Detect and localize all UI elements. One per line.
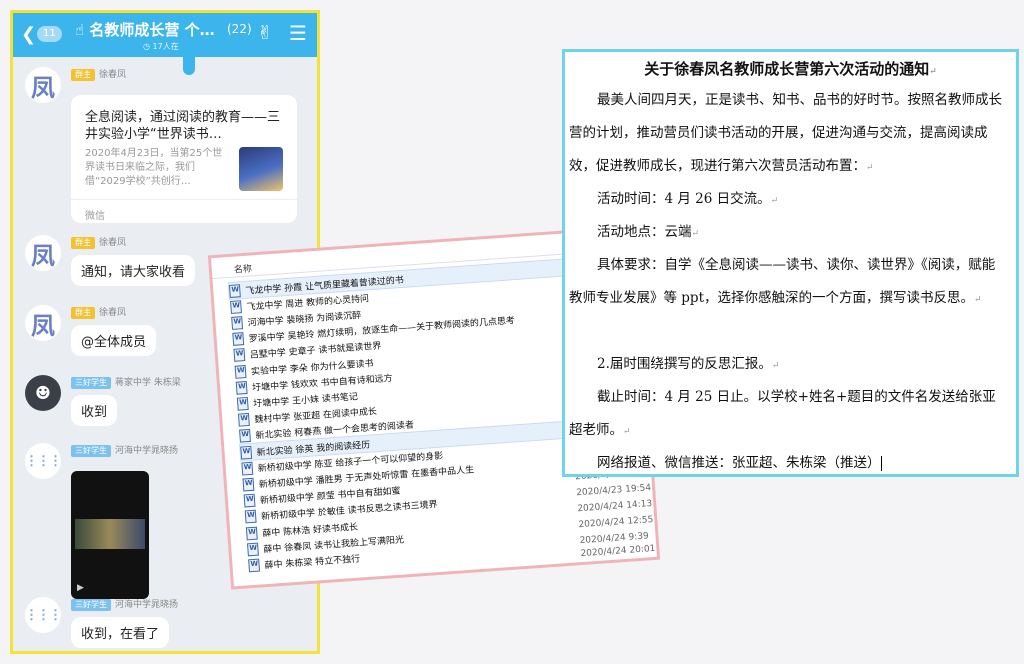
avatar[interactable]: ☻ [25, 375, 61, 411]
message-bubble[interactable]: 收到 [71, 395, 118, 426]
back-arrow-icon[interactable]: ❮ [21, 24, 36, 46]
sender-label: 群主 徐春凤 [71, 67, 126, 81]
sender-name: 徐春凤 [99, 70, 127, 80]
chat-subtitle: ◷ 17人在 [143, 42, 179, 51]
sender-label: 三好学生 蒋家中学 朱栋梁 [71, 375, 181, 389]
role-tag: 三好学生 [71, 445, 111, 457]
sender-name: 河海中学晁晓扬 [115, 600, 179, 610]
notice-paragraph: 活动时间：4 月 26 日交流。↵ [597, 191, 779, 207]
file-date: 2020/4/24 14:13 [577, 499, 653, 515]
video-frame [75, 519, 145, 549]
avatar[interactable]: 凤 [25, 235, 61, 271]
word-doc-icon [233, 348, 246, 363]
word-doc-icon [234, 364, 247, 379]
menu-icon[interactable]: ☰ [289, 21, 307, 45]
word-doc-icon [242, 477, 255, 492]
sender-label: 群主 徐春凤 [71, 305, 126, 319]
word-doc-icon [231, 316, 244, 330]
role-tag: 三好学生 [71, 377, 111, 389]
hand-gesture-icon[interactable]: ✌ [257, 22, 273, 44]
play-icon[interactable]: ▶ [77, 583, 84, 593]
notice-paragraph: 活动地点：云端↵ [597, 224, 700, 240]
file-date: 2020/4/24 12:55 [578, 515, 654, 531]
divider [71, 199, 297, 200]
notice-paragraph: 网络报道、微信推送：张亚超、朱栋梁（推送） [597, 455, 882, 471]
role-tag: 群主 [71, 237, 95, 249]
sender-name: 徐春凤 [99, 308, 127, 318]
message-bubble[interactable]: 通知，请大家收看 [71, 255, 196, 286]
word-doc-icon [240, 445, 253, 460]
message-bubble[interactable]: 收到，在看了 [71, 617, 170, 648]
word-doc-icon [245, 526, 258, 540]
notice-title: 关于徐春凤名教师成长营第六次活动的通知↵ [644, 60, 937, 78]
column-header-name[interactable]: 名称 [233, 261, 253, 275]
word-doc-icon [248, 558, 261, 573]
scroll-indicator[interactable] [183, 57, 195, 75]
word-doc-icon [243, 493, 256, 508]
notice-paragraph: 具体要求：自学《全息阅读——读书、读你、读世界》《阅读，赋能教师专业发展》等 p… [569, 257, 996, 306]
sender-name: 徐春凤 [99, 238, 127, 248]
avatar[interactable]: 凤 [25, 305, 61, 341]
word-doc-icon [247, 542, 259, 557]
word-doc-icon [230, 299, 242, 314]
word-doc-icon [236, 396, 249, 411]
sender-label: 群主 徐春凤 [71, 235, 126, 249]
sender-label: 三好学生 河海中学晁晓扬 [71, 443, 178, 457]
chat-title: ☝ 名教师成长营 个… [75, 21, 215, 39]
card-source: 微信 [85, 211, 105, 222]
shared-article-card[interactable]: 全息阅读，通过阅读的教育——三井实验小学“世界读书… 2020年4月23日，当第… [71, 95, 297, 223]
video-message[interactable]: ▶ [71, 471, 149, 599]
file-date: 2020/4/23 19:54 [575, 482, 652, 499]
avatar[interactable]: ⋮⋮⋮ [25, 597, 62, 633]
avatar[interactable]: ⋮⋮⋮ [25, 443, 62, 479]
text-caret [880, 456, 882, 471]
card-description: 2020年4月23日，当第25个世界读书日来临之际，我们借“2029学校”共创行… [85, 148, 223, 187]
notice-paragraph: 最美人间四月天，正是读书、知书、品书的好时节。按照名教师成长营的计划，推动营员们… [569, 92, 1002, 174]
unread-badge: 11 [37, 26, 62, 42]
notice-paragraph: 2.届时围绕撰写的反思汇报。↵ [597, 356, 780, 372]
word-doc-icon [244, 509, 257, 524]
card-thumbnail [239, 147, 283, 191]
file-date: 2020/4/24 20:01 [580, 543, 656, 560]
role-tag: 三好学生 [71, 599, 111, 611]
message-bubble[interactable]: @全体成员 [71, 325, 157, 356]
word-doc-icon [228, 283, 241, 298]
member-count: (22) [227, 22, 252, 36]
role-tag: 群主 [71, 69, 95, 81]
notice-paragraph: 截止时间：4 月 25 日止。以学校+姓名+题目的文件名发送给张亚超老师。↵ [569, 389, 996, 438]
word-doc-icon [235, 380, 248, 395]
sender-label: 三好学生 河海中学晁晓扬 [71, 597, 178, 611]
word-doc-icon [241, 461, 254, 476]
chat-header: ❮ 11 ☝ 名教师成长营 个… (22) ◷ 17人在 ✌ ☰ [13, 13, 317, 57]
word-doc-icon [239, 429, 251, 443]
word-doc-icon [232, 332, 245, 346]
sender-name: 蒋家中学 朱栋梁 [115, 378, 181, 388]
word-doc-icon [237, 413, 250, 427]
card-title: 全息阅读，通过阅读的教育——三井实验小学“世界读书… [85, 110, 281, 142]
avatar[interactable]: 凤 [25, 67, 61, 103]
role-tag: 群主 [71, 307, 95, 319]
notice-document: 关于徐春凤名教师成长营第六次活动的通知↵ 最美人间四月天，正是读书、知书、品书的… [562, 49, 1019, 477]
sender-name: 河海中学晁晓扬 [115, 446, 179, 456]
